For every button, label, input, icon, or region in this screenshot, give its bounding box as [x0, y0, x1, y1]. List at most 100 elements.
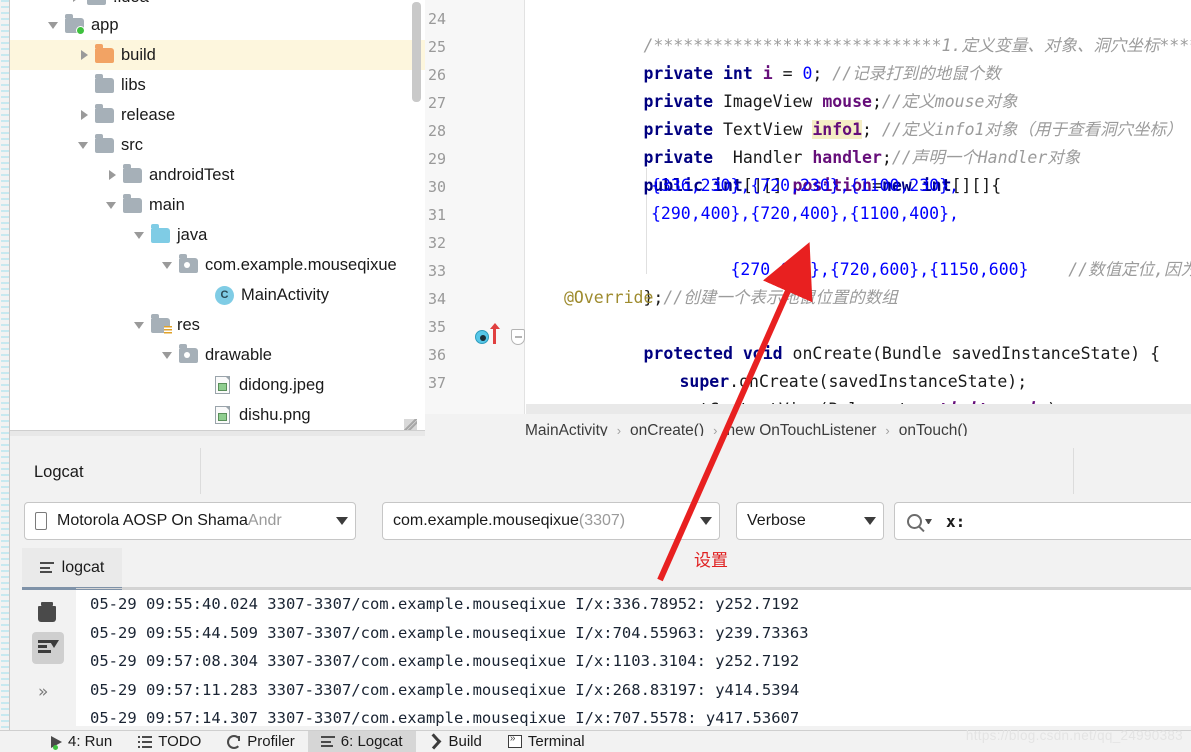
- folder-package-icon: [179, 344, 198, 363]
- tree-item-libs[interactable]: libs: [10, 70, 425, 100]
- tree-item-drawable[interactable]: drawable: [10, 340, 425, 370]
- line-number: 26: [427, 66, 446, 84]
- tab-logcat[interactable]: logcat: [22, 548, 122, 590]
- toolbar-divider: [200, 448, 201, 494]
- tree-item-build[interactable]: build: [10, 40, 425, 70]
- device-selector[interactable]: Motorola AOSP On Shama Andr: [24, 502, 356, 540]
- tree-item-app[interactable]: app: [10, 10, 425, 40]
- tree-item-res[interactable]: res: [10, 310, 425, 340]
- code-editor[interactable]: 24 25 26 27 28 29 30 31 32 33 34 35 36 3…: [425, 0, 1191, 414]
- tree-item-main[interactable]: main: [10, 190, 425, 220]
- log-level-selector[interactable]: Verbose: [736, 502, 884, 540]
- tree-item-mainactivity[interactable]: C MainActivity: [10, 280, 425, 310]
- tree-item-dishu[interactable]: dishu.png: [10, 400, 425, 430]
- statusbar-item-run[interactable]: 4: Run: [38, 731, 125, 752]
- panel-resize-handle[interactable]: [404, 419, 417, 430]
- logcat-panel[interactable]: Logcat Motorola AOSP On Shama Andr com.e…: [10, 436, 1191, 730]
- tree-item-label: build: [121, 45, 156, 64]
- chevron-down-icon[interactable]: [134, 229, 147, 242]
- terminal-icon: [507, 733, 522, 748]
- logcat-icon: [39, 562, 54, 573]
- statusbar-item-todo[interactable]: TODO: [125, 731, 214, 752]
- log-line: 05-29 09:55:44.509 3307-3307/com.example…: [90, 623, 809, 642]
- logcat-tab-strip[interactable]: logcat: [10, 548, 1191, 590]
- folder-source-icon: [151, 224, 170, 243]
- run-to-cursor-arrow-icon[interactable]: [489, 323, 500, 344]
- logcat-panel-title: Logcat: [34, 463, 84, 481]
- line-number: 34: [427, 290, 446, 308]
- chevron-down-icon[interactable]: [925, 518, 932, 524]
- tree-item-label: app: [91, 15, 119, 34]
- tree-item-label: didong.jpeg: [239, 375, 325, 394]
- tree-item-label: libs: [121, 75, 146, 94]
- logcat-search-input[interactable]: x:: [894, 502, 1191, 540]
- line-number: 24: [427, 10, 446, 28]
- logcat-search-value: x:: [946, 511, 966, 531]
- tree-item-androidtest[interactable]: androidTest: [10, 160, 425, 190]
- tree-item-label: MainActivity: [241, 285, 330, 304]
- editor-gutter[interactable]: 24 25 26 27 28 29 30 31 32 33 34 35 36 3…: [425, 0, 525, 414]
- line-number: 25: [427, 38, 446, 56]
- log-level-value: Verbose: [747, 512, 806, 529]
- chevron-down-icon[interactable]: [106, 199, 119, 212]
- chevron-down-icon[interactable]: [78, 139, 91, 152]
- chevron-right-icon[interactable]: [106, 169, 119, 182]
- device-selector-value: Motorola AOSP On Shama: [57, 512, 248, 529]
- chevron-right-icon[interactable]: [78, 109, 91, 122]
- trash-icon[interactable]: [38, 602, 56, 622]
- logcat-side-toolbar[interactable]: »: [22, 590, 76, 726]
- tree-item-label: src: [121, 135, 143, 154]
- statusbar-item-profiler[interactable]: Profiler: [214, 731, 308, 752]
- tab-logcat-label: logcat: [61, 558, 105, 576]
- process-selector-pid: (3307): [578, 512, 626, 529]
- project-tree-panel[interactable]: .idea app build libs release src: [10, 0, 425, 430]
- method-fold-icon[interactable]: [511, 329, 525, 345]
- chevron-down-icon[interactable]: [700, 517, 713, 525]
- image-file-icon: [215, 406, 230, 424]
- tree-item-package[interactable]: com.example.mouseqixue: [10, 250, 425, 280]
- chevron-down-icon[interactable]: [336, 517, 349, 525]
- line-number: 35: [427, 318, 446, 336]
- chevron-double-right-icon[interactable]: »: [38, 682, 48, 702]
- tree-item-java[interactable]: java: [10, 220, 425, 250]
- tree-item-label: drawable: [205, 345, 272, 364]
- code-array-row: {336,230},{720,230},{1100,230},: [651, 176, 959, 195]
- chevron-right-icon[interactable]: [70, 0, 83, 4]
- todo-icon: [138, 735, 153, 748]
- breakpoint-icon[interactable]: [475, 330, 489, 344]
- chevron-down-icon[interactable]: [864, 517, 877, 525]
- statusbar-item-label: Profiler: [247, 733, 295, 750]
- chevron-down-icon[interactable]: [162, 349, 175, 362]
- tree-item-release[interactable]: release: [10, 100, 425, 130]
- scroll-to-end-icon[interactable]: [32, 632, 64, 664]
- project-tree-scrollbar[interactable]: [412, 2, 421, 102]
- tree-item-label: java: [177, 225, 208, 244]
- process-selector[interactable]: com.example.mouseqixue (3307): [382, 502, 720, 540]
- tree-item-label: com.example.mouseqixue: [205, 255, 397, 274]
- statusbar-item-label: Terminal: [527, 733, 585, 750]
- chevron-down-icon[interactable]: [134, 319, 147, 332]
- tree-item-label: androidTest: [149, 165, 235, 184]
- editor-code-area[interactable]: /*****************************1.定义变量、对象、…: [526, 0, 1191, 414]
- code-annotation: @Override: [564, 288, 654, 307]
- chevron-right-icon[interactable]: [78, 49, 91, 62]
- watermark: https://blog.csdn.net/qq_24990383: [965, 728, 1183, 743]
- folder-icon: [95, 104, 114, 123]
- editor-horizontal-scrollbar[interactable]: [526, 404, 1191, 414]
- chevron-down-icon[interactable]: [162, 259, 175, 272]
- line-number: 27: [427, 94, 446, 112]
- chevron-down-icon[interactable]: [48, 19, 61, 32]
- search-icon[interactable]: [907, 513, 922, 529]
- left-tool-strip[interactable]: [0, 0, 10, 730]
- tree-item-didong[interactable]: didong.jpeg: [10, 370, 425, 400]
- logcat-output-list[interactable]: 05-29 09:55:40.024 3307-3307/com.example…: [76, 590, 1191, 726]
- log-line: 05-29 09:55:40.024 3307-3307/com.example…: [90, 595, 800, 613]
- statusbar-item-build[interactable]: Build: [416, 731, 495, 752]
- line-number: 29: [427, 150, 446, 168]
- folder-module-icon: [65, 14, 85, 35]
- statusbar-item-logcat[interactable]: 6: Logcat: [307, 730, 416, 752]
- tree-item-src[interactable]: src: [10, 130, 425, 160]
- statusbar-item-terminal[interactable]: Terminal: [495, 731, 598, 752]
- folder-package-icon: [179, 254, 198, 273]
- process-selector-value: com.example.mouseqixue: [393, 512, 579, 529]
